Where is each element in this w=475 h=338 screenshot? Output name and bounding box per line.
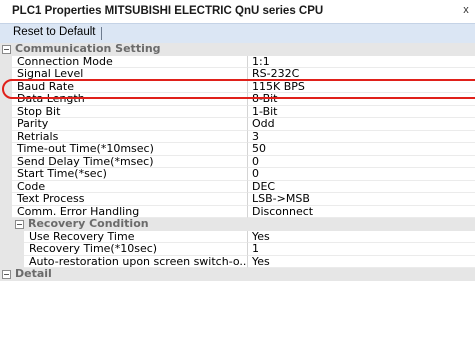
collapse-icon[interactable] — [2, 270, 11, 279]
reset-to-default-button[interactable]: Reset to Default — [11, 26, 97, 38]
property-row[interactable]: Text Process LSB->MSB — [0, 192, 475, 206]
category-label: Communication Setting — [15, 42, 161, 55]
property-value[interactable]: 1-Bit — [248, 105, 475, 118]
property-name: Recovery Time(*10sec) — [24, 243, 248, 256]
property-value[interactable]: 8-Bit — [248, 92, 475, 106]
property-row[interactable]: Parity Odd — [0, 117, 475, 131]
property-name: Stop Bit — [12, 105, 248, 118]
window-title: PLC1 Properties MITSUBISHI ELECTRIC QnU … — [12, 5, 324, 17]
property-value[interactable]: 50 — [248, 142, 475, 156]
property-grid: Communication Setting Connection Mode 1:… — [0, 42, 475, 338]
property-value[interactable]: 0 — [248, 167, 475, 181]
property-row[interactable]: Connection Mode 1:1 — [0, 55, 475, 68]
property-row[interactable]: Time-out Time(*10msec) 50 — [0, 142, 475, 156]
property-name: Time-out Time(*10msec) — [12, 143, 248, 156]
property-name: Baud Rate — [12, 80, 248, 93]
property-name: Parity — [12, 118, 248, 131]
category-label: Recovery Condition — [28, 217, 149, 230]
property-value[interactable]: RS-232C — [248, 67, 475, 81]
category-label: Detail — [15, 267, 52, 280]
property-row[interactable]: Retrials 3 — [0, 130, 475, 143]
property-value[interactable]: Yes — [248, 255, 475, 268]
property-value[interactable]: Disconnect — [248, 205, 475, 218]
property-row[interactable]: Baud Rate 115K BPS — [0, 80, 475, 93]
property-value[interactable]: 1 — [248, 242, 475, 256]
property-row[interactable]: Stop Bit 1-Bit — [0, 105, 475, 118]
property-name: Signal Level — [12, 68, 248, 81]
property-value[interactable]: Odd — [248, 117, 475, 131]
property-name: Start Time(*sec) — [12, 168, 248, 181]
property-name: Auto-restoration upon screen switch-o... — [24, 255, 248, 268]
property-row[interactable]: Code DEC — [0, 180, 475, 193]
property-name: Text Process — [12, 193, 248, 206]
property-name: Retrials — [12, 130, 248, 143]
toolbar: Reset to Default — [0, 23, 475, 44]
property-name: Code — [12, 180, 248, 193]
property-row[interactable]: Auto-restoration upon screen switch-o...… — [0, 255, 475, 268]
property-row[interactable]: Use Recovery Time Yes — [0, 230, 475, 243]
close-icon[interactable]: x — [460, 3, 472, 17]
property-row[interactable]: Data Length 8-Bit — [0, 92, 475, 106]
property-row[interactable]: Send Delay Time(*msec) 0 — [0, 155, 475, 168]
property-name: Data Length — [12, 93, 248, 106]
title-bar: PLC1 Properties MITSUBISHI ELECTRIC QnU … — [0, 0, 475, 22]
property-row[interactable]: Start Time(*sec) 0 — [0, 167, 475, 181]
property-value[interactable]: Yes — [248, 230, 475, 243]
property-value[interactable]: LSB->MSB — [248, 192, 475, 206]
property-name: Connection Mode — [12, 55, 248, 68]
toolbar-separator — [101, 27, 102, 40]
category-communication-setting[interactable]: Communication Setting — [0, 42, 475, 56]
category-detail[interactable]: Detail — [0, 267, 475, 281]
property-value[interactable]: 0 — [248, 155, 475, 168]
collapse-icon[interactable] — [15, 220, 24, 229]
collapse-icon[interactable] — [2, 45, 11, 54]
category-recovery-condition[interactable]: Recovery Condition — [0, 217, 475, 231]
property-name: Send Delay Time(*msec) — [12, 155, 248, 168]
property-name: Use Recovery Time — [24, 230, 248, 243]
property-row[interactable]: Recovery Time(*10sec) 1 — [0, 242, 475, 256]
property-row[interactable]: Signal Level RS-232C — [0, 67, 475, 81]
property-value[interactable]: 115K BPS — [248, 80, 475, 93]
property-value[interactable]: 3 — [248, 130, 475, 143]
